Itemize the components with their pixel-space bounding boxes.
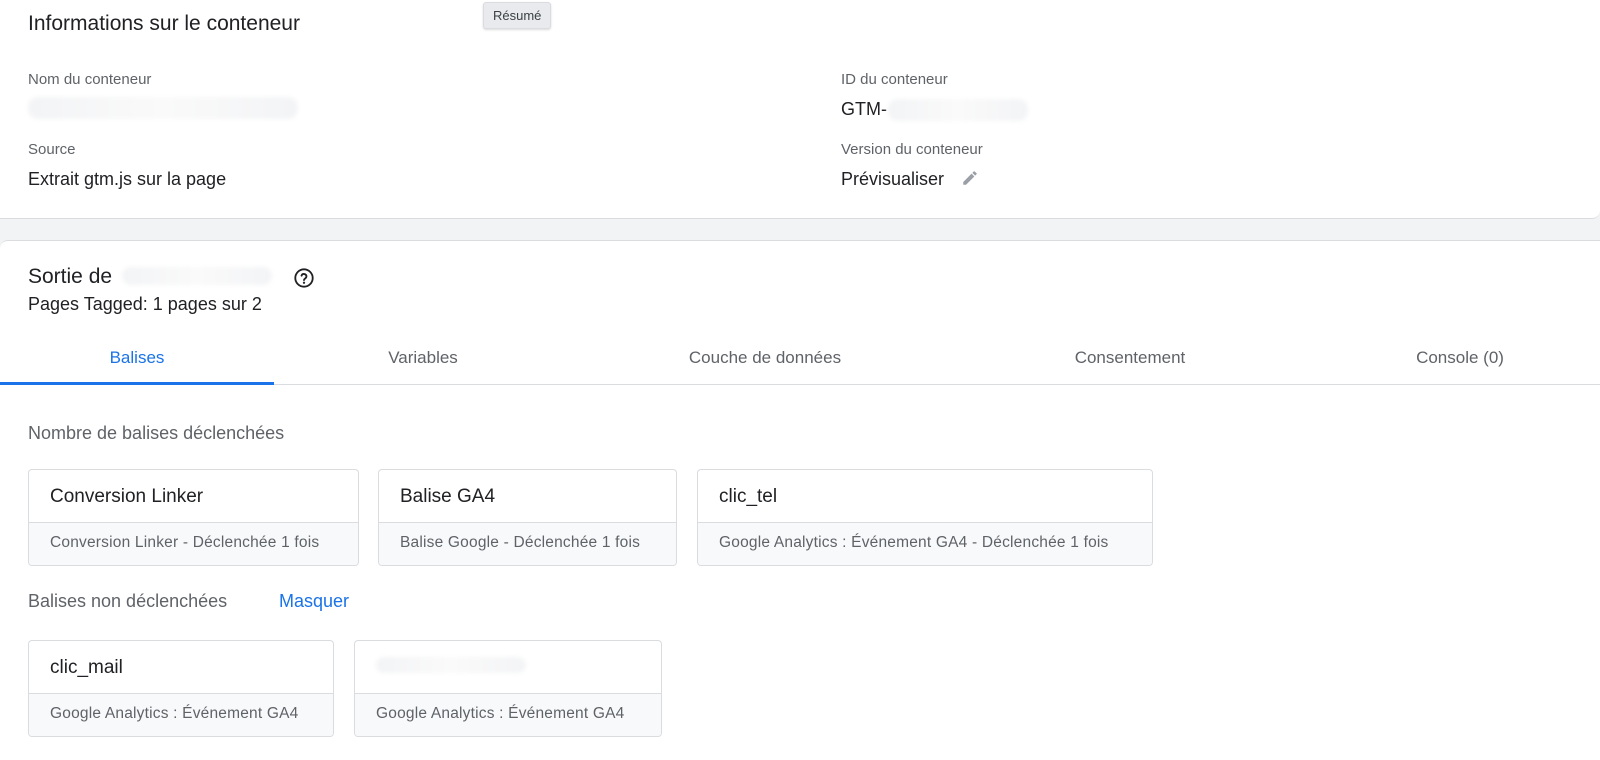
container-id-redacted (888, 99, 1028, 121)
pages-tagged-count: Pages Tagged: 1 pages sur 2 (28, 294, 262, 314)
hide-not-fired-link[interactable]: Masquer (279, 591, 349, 612)
output-card: Sortie de Pages Tagged: 1 pages sur 2 Ba… (0, 240, 1600, 760)
container-id-value: GTM- (841, 99, 887, 119)
tag-detail: Balise Google - Déclenchée 1 fois (379, 523, 676, 565)
tab-bar: Balises Variables Couche de données Cons… (0, 333, 1600, 385)
container-version-label: Version du conteneur (841, 141, 983, 158)
tag-name: Balise GA4 (379, 470, 676, 523)
version-text: Prévisualiser (841, 169, 945, 189)
container-version-value: Prévisualiser (841, 169, 979, 192)
fired-tag-card[interactable]: Conversion Linker Conversion Linker - Dé… (28, 469, 359, 566)
tag-name: clic_tel (698, 470, 1152, 523)
tag-name (355, 641, 661, 694)
tab-couche-de-donnees[interactable]: Couche de données (665, 333, 865, 385)
container-info-card: Informations sur le conteneur Nom du con… (0, 0, 1600, 219)
source-value: Extrait gtm.js sur la page (28, 169, 227, 189)
summary-tooltip: Résumé (483, 2, 552, 29)
not-fired-tag-card[interactable]: Google Analytics : Événement GA4 (354, 640, 662, 737)
fired-tag-card[interactable]: clic_tel Google Analytics : Événement GA… (697, 469, 1153, 566)
tag-detail: Google Analytics : Événement GA4 - Décle… (698, 523, 1152, 565)
tab-balises[interactable]: Balises (0, 333, 274, 385)
not-fired-tags-heading: Balises non déclenchées (28, 591, 228, 611)
fired-tag-card[interactable]: Balise GA4 Balise Google - Déclenchée 1 … (378, 469, 677, 566)
container-id-label: ID du conteneur (841, 71, 948, 88)
output-title-prefix: Sortie de (28, 265, 113, 288)
tab-variables[interactable]: Variables (323, 333, 523, 385)
tag-detail: Conversion Linker - Déclenchée 1 fois (29, 523, 358, 565)
source-label: Source (28, 141, 76, 158)
tag-name-redacted (376, 657, 526, 673)
container-info-title: Informations sur le conteneur (28, 12, 300, 35)
tag-detail: Google Analytics : Événement GA4 (29, 694, 333, 736)
tag-name: Conversion Linker (29, 470, 358, 523)
help-circle-icon[interactable] (293, 267, 315, 294)
output-title-redacted (121, 267, 272, 285)
container-name-label: Nom du conteneur (28, 71, 152, 88)
tab-console[interactable]: Console (0) (1360, 333, 1560, 385)
output-title: Sortie de (28, 265, 272, 289)
tag-detail: Google Analytics : Événement GA4 (355, 694, 661, 736)
tab-consentement[interactable]: Consentement (1030, 333, 1230, 385)
container-name-value-redacted (28, 97, 298, 119)
tag-name: clic_mail (29, 641, 333, 694)
fired-tags-heading: Nombre de balises déclenchées (28, 423, 285, 443)
pencil-icon[interactable] (961, 169, 979, 192)
not-fired-tag-card[interactable]: clic_mail Google Analytics : Événement G… (28, 640, 334, 737)
